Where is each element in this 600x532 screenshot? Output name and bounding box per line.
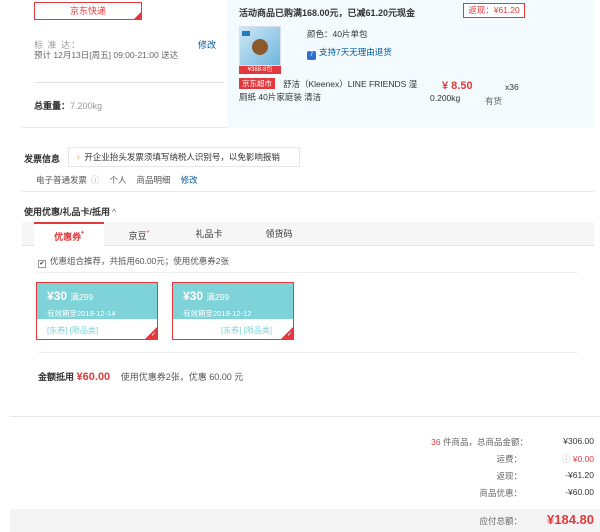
shipping-method-label: 京东快递 <box>69 6 106 16</box>
return-policy-label: 支持7天无理由退货 <box>319 47 392 57</box>
payable-label: 应付总额： <box>479 516 522 526</box>
shipping-method-tag[interactable]: 京东快递 <box>34 2 142 20</box>
coupon-card[interactable]: ¥30 满299 有效期至2019-12-14 [东券] [限品类] ✓ <box>36 282 158 340</box>
divider <box>22 191 594 192</box>
coupon-card[interactable]: ¥30 满299 有效期至2019-12-12 [东券] [限品类] ✓ <box>172 282 294 340</box>
divider <box>38 272 578 273</box>
goods-count: 36 <box>431 437 441 447</box>
tab-label: 领货码 <box>265 229 293 239</box>
selected-corner-icon <box>134 12 141 19</box>
coupon-value: ¥30 <box>183 289 204 303</box>
discount-value: -¥60.00 <box>565 487 594 497</box>
coupon-card-top: ¥30 满299 有效期至2019-12-14 <box>37 283 157 319</box>
recommend-text: 优惠组合推荐，共抵用60.00元；使用优惠券2张 <box>50 256 229 266</box>
freight-row: ⓘ ¥0.00 <box>562 453 594 465</box>
coupon-body: ✔ 优惠组合推荐，共抵用60.00元；使用优惠券2张 ¥30 满299 有效期至2… <box>22 246 594 402</box>
item-weight: 0.200kg <box>430 93 461 103</box>
coupon-condition: 满299 <box>206 292 230 302</box>
recommend-checkbox[interactable]: ✔ <box>38 260 46 268</box>
goods-count-row: 36 件商品，总商品金额： <box>431 436 528 448</box>
invoice-title: 发票信息 <box>24 154 61 164</box>
invoice-detail: 商品明细 <box>136 175 171 185</box>
recommend-combo[interactable]: ✔ 优惠组合推荐，共抵用60.00元；使用优惠券2张 <box>38 255 229 268</box>
coupon-card-top: ¥30 满299 有效期至2019-12-12 <box>173 283 293 319</box>
coupon-amount: ¥30 满299 <box>183 289 229 303</box>
shipping-panel: 京东快递 标 准 达： 修改 预计 12月13日[周五] 09:00-21:00… <box>22 0 227 128</box>
coupon-section-title[interactable]: 使用优惠/礼品卡/抵用 ^ <box>24 205 116 218</box>
coupon-condition: 满299 <box>70 292 94 302</box>
total-goods-amount: ¥306.00 <box>563 436 594 446</box>
tab-star: * <box>146 230 150 237</box>
promo-text: 活动商品已购满168.00元，已减61.20元现金 <box>239 8 416 18</box>
invoice-person: 个人 <box>109 175 127 185</box>
goods-panel: 活动商品已购满168.00元，已减61.20元现金 返现：¥61.20 ¥388… <box>227 0 594 128</box>
quantity: x36 <box>505 82 519 92</box>
divider <box>38 352 578 353</box>
jd-supermarket-badge: 京东超市 <box>239 78 275 89</box>
weight-value: 7.200kg <box>70 101 103 111</box>
coupon-title-label: 使用优惠/礼品卡/抵用 <box>24 207 111 217</box>
info-icon[interactable]: ⓘ <box>91 175 100 185</box>
tab-label: 优惠券 <box>54 232 82 242</box>
invoice-tip: ♀ 开企业抬头发票须填写纳税人识别号，以免影响报销 <box>68 147 300 167</box>
deduct-note: 使用优惠券2张，优惠 60.00 元 <box>120 372 244 382</box>
modify-delivery-link[interactable]: 修改 <box>198 38 216 51</box>
invoice-info: 电子普通发票 ⓘ 个人 商品明细 修改 <box>36 174 198 186</box>
divider <box>10 416 600 417</box>
check-icon: ✓ <box>286 332 292 338</box>
rebate-tag: 返现：¥61.20 <box>463 3 525 18</box>
coupon-tabs: 优惠券* 京豆* 礼品卡 领货码 <box>22 222 594 246</box>
tab-gift-card[interactable]: 礼品卡 <box>174 222 244 246</box>
coupon-scope: [东券] [限品类] <box>47 326 99 335</box>
stock-status: 有货 <box>485 96 503 106</box>
payable-value: ¥184.80 <box>547 512 594 527</box>
coupon-validity: 有效期至2019-12-14 <box>47 309 116 318</box>
deduct-value: ¥60.00 <box>76 371 111 383</box>
discount-label: 商品优惠： <box>479 488 522 498</box>
tab-coupon[interactable]: 优惠券* <box>34 222 104 246</box>
lightbulb-icon: ♀ <box>75 152 82 162</box>
delivery-eta: 预计 12月13日[周五] 09:00-21:00 送达 <box>34 50 179 60</box>
invoice-type: 电子普通发票 <box>36 175 88 185</box>
unit-price: ¥ 8.50 <box>442 80 473 92</box>
weight-label: 总重量： <box>34 101 71 111</box>
tab-jingdou[interactable]: 京豆* <box>104 222 174 246</box>
coupon-value: ¥30 <box>47 289 68 303</box>
return-policy: 7 支持7天无理由退货 <box>307 46 392 60</box>
total-weight: 总重量：7.200kg <box>34 99 102 112</box>
check-icon: ✓ <box>150 332 156 338</box>
product-color: 颜色：40片单包 <box>307 29 368 39</box>
package-icon <box>242 31 250 36</box>
freight-value: ¥0.00 <box>572 454 594 464</box>
order-section: 京东快递 标 准 达： 修改 预计 12月13日[周五] 09:00-21:00… <box>22 0 594 128</box>
goods-count-label: 件商品，总商品金额： <box>442 437 528 447</box>
invoice-tip-text: 开企业抬头发票须填写纳税人识别号，以免影响报销 <box>84 152 280 162</box>
tab-redeem-code[interactable]: 领货码 <box>244 222 314 246</box>
amount-deduction: 金额抵用 ¥60.00 使用优惠券2张，优惠 60.00 元 <box>38 370 243 383</box>
product-image[interactable] <box>239 26 281 66</box>
rebate-label: 返现： <box>496 471 522 481</box>
coupon-amount: ¥30 满299 <box>47 289 93 303</box>
divider <box>34 82 224 83</box>
return-policy-icon: 7 <box>307 51 316 60</box>
rebate-value: -¥61.20 <box>565 470 594 480</box>
tab-label: 京豆 <box>128 231 147 241</box>
chevron-up-icon: ^ <box>112 207 117 217</box>
tab-star: * <box>81 231 84 238</box>
info-icon[interactable]: ⓘ <box>562 454 571 464</box>
modify-invoice-link[interactable]: 修改 <box>181 175 198 185</box>
bear-character-icon <box>252 39 268 55</box>
freight-label: 运费： <box>496 454 522 464</box>
coupon-panel: 优惠券* 京豆* 礼品卡 领货码 ✔ 优惠组合推荐，共抵用60.00元；使用优惠券… <box>22 222 594 402</box>
coupon-validity: 有效期至2019-12-12 <box>183 309 252 318</box>
product-image-price-strip: ¥388-8包 <box>239 66 281 74</box>
payable-total-bar: 应付总额： ¥184.80 <box>10 509 600 532</box>
tab-label: 礼品卡 <box>195 229 223 239</box>
coupon-scope: [东券] [限品类] <box>221 326 273 335</box>
deduct-label: 金额抵用 <box>38 372 75 382</box>
